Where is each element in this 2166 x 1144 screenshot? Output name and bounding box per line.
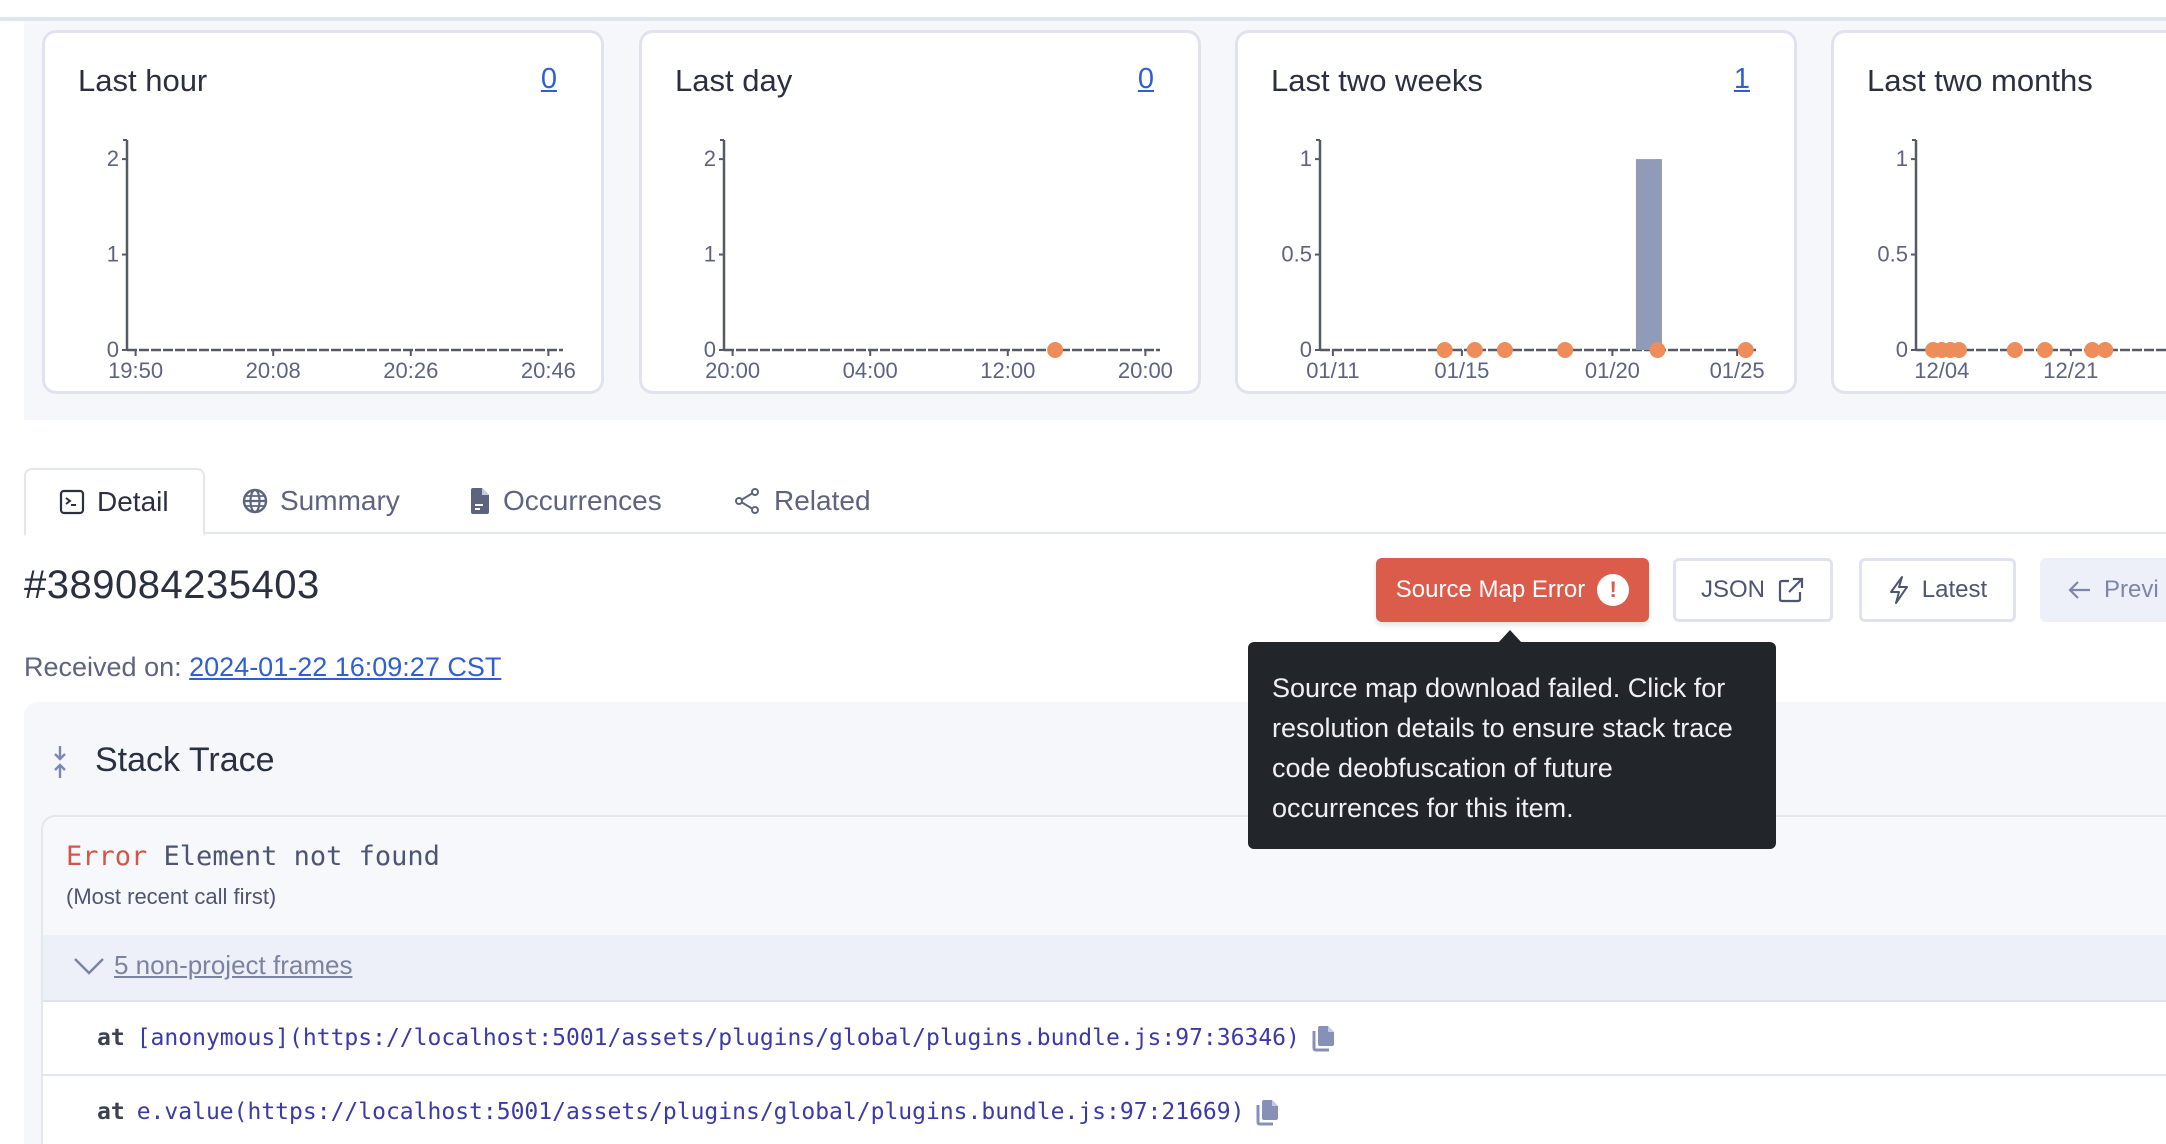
terminal-icon [59, 489, 85, 515]
chart-plot: 01219:50 20:08 20:26 20:46 [107, 139, 576, 383]
button-label: Latest [1921, 576, 1988, 603]
x-tick-label: 01/15 [1434, 358, 1489, 383]
globe-icon [242, 488, 268, 514]
x-tick-label: 01/11 [1306, 358, 1359, 383]
deploy-marker[interactable] [2037, 342, 2053, 358]
non-project-frames-link[interactable]: 5 non-project frames [114, 950, 352, 981]
error-type: Error [66, 841, 148, 872]
error-line: Error Element not found [66, 841, 440, 872]
stack-frame-row: at [anonymous](https://localhost:5001/as… [43, 1002, 2166, 1076]
chevron-down-icon [74, 957, 104, 975]
collapse-icon[interactable] [50, 744, 70, 780]
frame-at-keyword: at [97, 1099, 125, 1125]
y-tick-label: 0.5 [1281, 242, 1312, 267]
source-map-error-tooltip: Source map download failed. Click for re… [1248, 642, 1776, 849]
copy-icon[interactable] [1256, 1098, 1280, 1126]
x-tick-label: 04:00 [843, 358, 898, 383]
x-tick-label: 20:08 [246, 358, 301, 383]
deploy-marker[interactable] [2097, 342, 2114, 358]
y-tick-label: 1 [107, 242, 119, 267]
latest-button[interactable]: Latest [1859, 558, 2016, 622]
x-tick-label: 12:00 [980, 358, 1035, 383]
copy-icon[interactable] [1312, 1024, 1336, 1052]
y-tick-label: 1 [1896, 146, 1908, 171]
external-link-icon [1778, 577, 1804, 603]
y-tick-label: 0.5 [1877, 242, 1908, 267]
exclamation-icon: ! [1597, 574, 1630, 606]
error-message: Element not found [163, 841, 440, 872]
arrow-left-icon [2068, 581, 2090, 599]
x-tick-label: 01/25 [1710, 358, 1765, 383]
stack-trace-title: Stack Trace [95, 741, 275, 779]
frame-call: e.value(https://localhost:5001/assets/pl… [136, 1099, 1245, 1125]
received-timestamp-link[interactable]: 2024-01-22 16:09:27 CST [189, 652, 501, 682]
received-on: Received on: 2024-01-22 16:09:27 CST [24, 652, 501, 683]
button-label: JSON [1700, 576, 1765, 603]
deploy-marker[interactable] [1496, 342, 1513, 358]
chart-bar[interactable] [1635, 159, 1662, 350]
deploy-marker[interactable] [1649, 342, 1666, 358]
y-tick-label: 1 [1300, 146, 1312, 171]
chart-card-last-hour: Last hour 0 0 1 2 19:50 20:08 20:26 20:46 [42, 30, 604, 394]
share-icon [735, 488, 759, 514]
lightning-icon [1889, 576, 1908, 604]
tab-label: Occurrences [503, 485, 662, 516]
previous-button[interactable]: Previ [2040, 558, 2166, 622]
chart-card-last-day: Last day 0 0 1 2 20:00 04:00 12:00 20:00 [639, 30, 1201, 394]
x-tick-label: 20:00 [705, 358, 760, 383]
x-tick-label: 12/04 [1914, 358, 1969, 383]
x-tick-label: 12/21 [2043, 358, 2098, 383]
tab-label: Summary [280, 485, 400, 516]
chart-plot: 00.5112/0412/210 [1877, 139, 2166, 383]
deploy-marker[interactable] [1047, 342, 1064, 358]
call-order-note: (Most recent call first) [66, 884, 277, 909]
tab-related[interactable]: Related [734, 468, 871, 534]
deploy-marker[interactable] [1737, 342, 1754, 358]
json-button[interactable]: JSON [1673, 558, 1833, 622]
source-map-error-button[interactable]: Source Map Error ! [1376, 558, 1649, 622]
file-icon [471, 488, 489, 514]
tab-label: Detail [97, 486, 169, 517]
stack-frame-row: at e.value(https://localhost:5001/assets… [43, 1076, 2166, 1144]
y-tick-label: 2 [107, 146, 119, 171]
deploy-marker[interactable] [1436, 342, 1453, 358]
tab-occurrences[interactable]: Occurrences [469, 468, 662, 534]
deploy-marker[interactable] [1466, 342, 1483, 358]
received-label: Received on: [24, 652, 182, 682]
y-tick-label: 1 [704, 242, 716, 267]
tab-summary[interactable]: Summary [242, 468, 400, 534]
tab-detail[interactable]: Detail [24, 468, 205, 536]
item-id-heading: #389084235403 [24, 563, 320, 607]
x-tick-label: 01/20 [1585, 358, 1640, 383]
x-tick-label: 20:00 [1118, 358, 1173, 383]
chart-plot: 00.5101/11 01/15 01/20 01/25 [1281, 139, 1765, 383]
x-tick-label: 20:46 [521, 358, 576, 383]
item-tabs: Detail Summary Occurrences Related [24, 468, 2166, 536]
y-tick-label: 0 [1896, 337, 1908, 362]
button-label: Source Map Error [1395, 576, 1586, 603]
x-tick-label: 20:26 [383, 358, 438, 383]
non-project-frames-bar [43, 935, 2166, 1002]
chart-card-last-two-weeks: Last two weeks 1 0 0.5 1 01/11 01/15 01/20 01/… [1235, 30, 1797, 394]
non-project-frames-toggle[interactable]: 5 non-project frames [72, 950, 352, 981]
frame-call: [anonymous](https://localhost:5001/asset… [136, 1025, 1300, 1051]
chart-plot: 01220:00 04:00 12:00 20:00 [704, 139, 1173, 383]
frame-at-keyword: at [97, 1025, 125, 1051]
chart-card-last-two-months: Last two months 00.5112/0412/210 [1831, 30, 2166, 394]
deploy-marker[interactable] [1951, 342, 1967, 358]
deploy-marker[interactable] [1557, 342, 1574, 358]
deploy-marker[interactable] [2006, 342, 2023, 358]
tab-label: Related [774, 485, 871, 516]
button-label: Previ [2104, 576, 2159, 603]
y-tick-label: 2 [704, 146, 716, 171]
x-tick-label: 19:50 [108, 358, 163, 383]
